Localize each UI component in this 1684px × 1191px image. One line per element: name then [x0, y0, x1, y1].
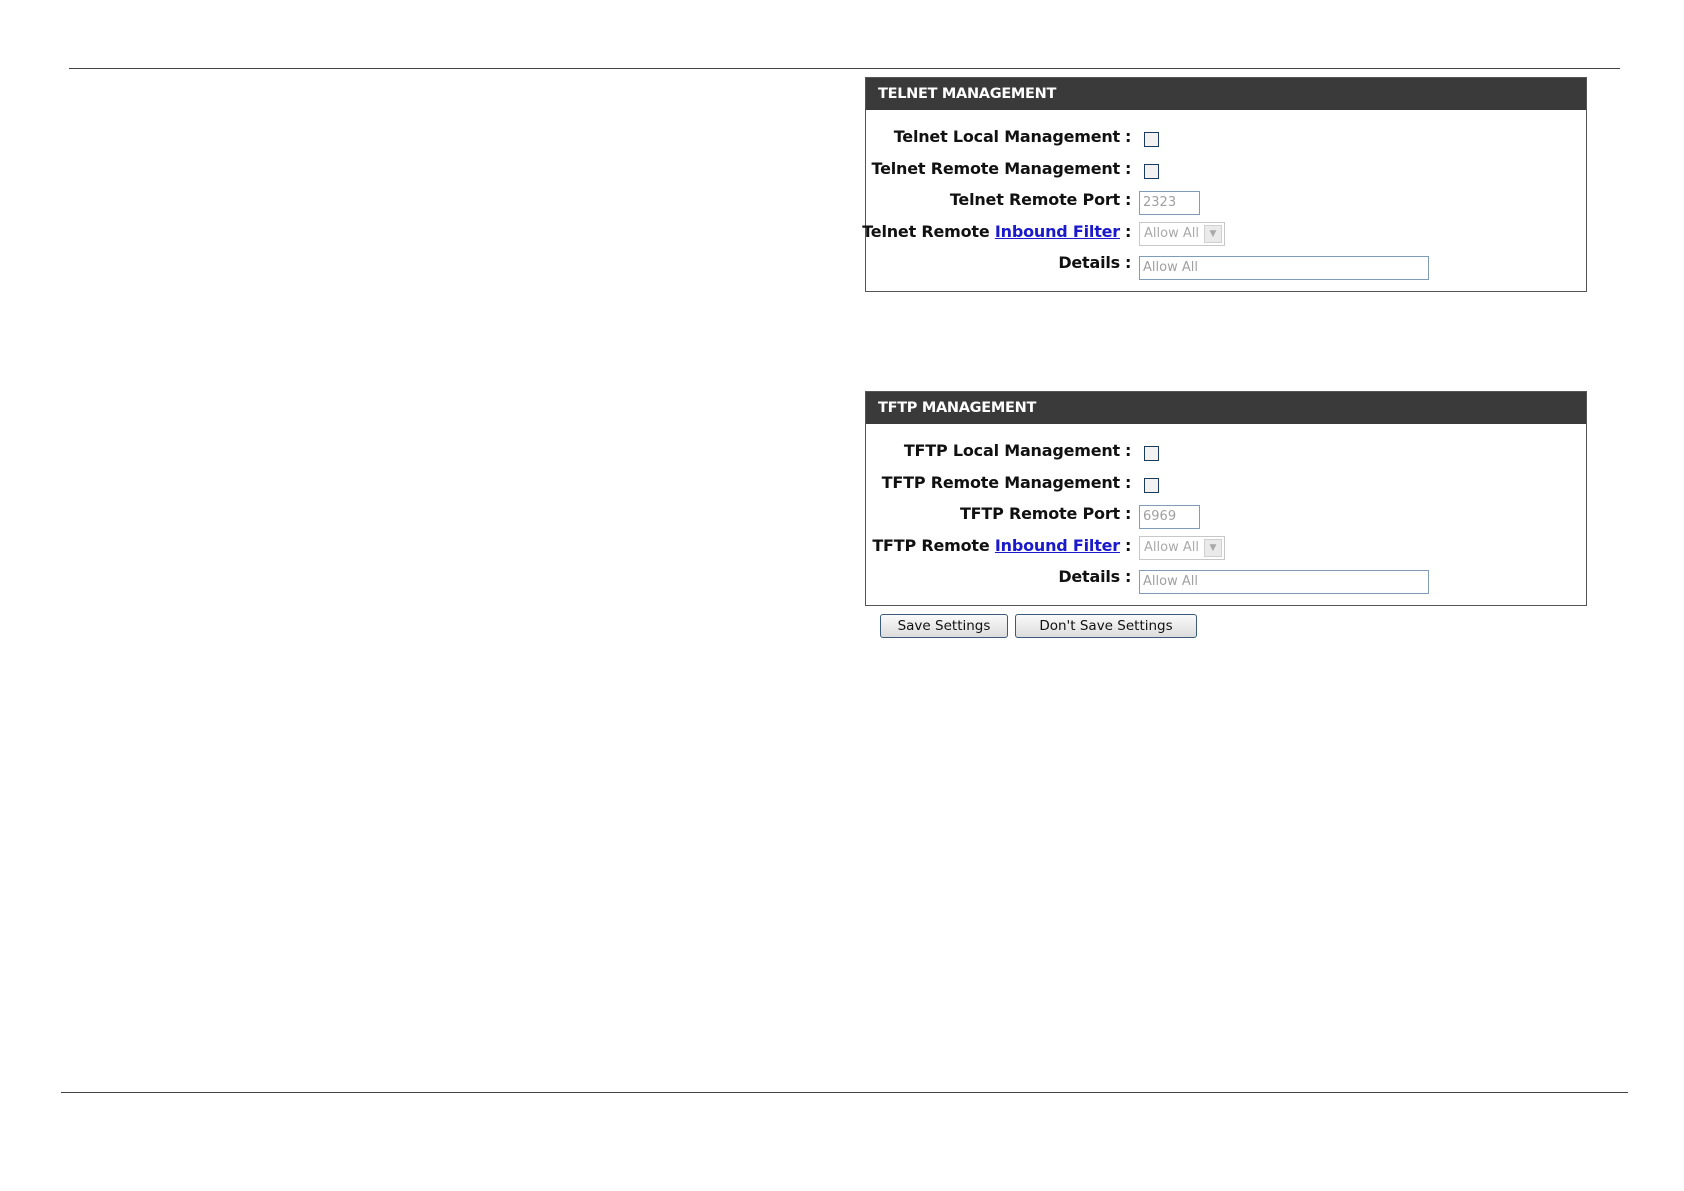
tftp-remote-label: TFTP Remote Management: [881, 473, 1121, 492]
colon: :: [1125, 253, 1132, 272]
colon: :: [1125, 536, 1132, 555]
tftp-port-row: TFTP Remote Port : 6969: [866, 501, 1586, 529]
colon: :: [1125, 504, 1132, 523]
save-settings-button[interactable]: Save Settings: [880, 614, 1008, 638]
telnet-inbound-filter-link[interactable]: Inbound Filter: [995, 222, 1120, 241]
tftp-local-checkbox[interactable]: [1144, 446, 1159, 461]
tftp-filter-label: TFTP Remote Inbound Filter: [872, 533, 1120, 559]
colon: :: [1125, 473, 1132, 492]
telnet-filter-label: Telnet Remote Inbound Filter: [862, 219, 1120, 245]
top-divider: [69, 68, 1620, 69]
chevron-down-icon[interactable]: ▼: [1204, 539, 1222, 557]
telnet-panel-title: TELNET MANAGEMENT: [866, 78, 1586, 110]
tftp-management-panel: TFTP MANAGEMENT TFTP Local Management : …: [865, 391, 1587, 606]
bottom-divider: [61, 1092, 1628, 1093]
tftp-details-label: Details: [1058, 567, 1120, 586]
telnet-remote-row: Telnet Remote Management :: [866, 156, 1586, 184]
colon: :: [1125, 441, 1132, 460]
telnet-port-label: Telnet Remote Port: [949, 190, 1120, 209]
tftp-inbound-filter-link[interactable]: Inbound Filter: [995, 536, 1120, 555]
tftp-remote-row: TFTP Remote Management :: [866, 470, 1586, 498]
tftp-panel-title: TFTP MANAGEMENT: [866, 392, 1586, 424]
tftp-filter-select[interactable]: Allow All ▼: [1139, 536, 1225, 560]
colon: :: [1125, 567, 1132, 586]
dont-save-settings-button[interactable]: Don't Save Settings: [1015, 614, 1197, 638]
telnet-local-row: Telnet Local Management :: [866, 124, 1586, 152]
telnet-filter-row: Telnet Remote Inbound Filter : Allow All…: [862, 219, 1586, 247]
chevron-down-icon[interactable]: ▼: [1204, 225, 1222, 243]
colon: :: [1125, 159, 1132, 178]
tftp-port-input[interactable]: 6969: [1139, 505, 1200, 529]
telnet-remote-checkbox[interactable]: [1144, 164, 1159, 179]
telnet-management-panel: TELNET MANAGEMENT Telnet Local Managemen…: [862, 77, 1587, 292]
telnet-details-label: Details: [1058, 253, 1120, 272]
telnet-port-row: Telnet Remote Port : 2323: [866, 187, 1586, 215]
tftp-local-row: TFTP Local Management :: [866, 438, 1586, 466]
tftp-local-label: TFTP Local Management: [903, 441, 1120, 460]
telnet-port-input[interactable]: 2323: [1139, 191, 1200, 215]
telnet-details-row: Details : Allow All: [866, 250, 1586, 280]
telnet-local-checkbox[interactable]: [1144, 132, 1159, 147]
telnet-remote-label: Telnet Remote Management: [871, 159, 1121, 178]
tftp-filter-row: TFTP Remote Inbound Filter : Allow All ▼: [866, 533, 1586, 561]
telnet-details-field[interactable]: Allow All: [1139, 256, 1429, 280]
colon: :: [1125, 222, 1132, 241]
telnet-filter-select[interactable]: Allow All ▼: [1139, 222, 1225, 246]
colon: :: [1125, 190, 1132, 209]
tftp-filter-prefix: TFTP Remote: [872, 536, 990, 555]
colon: :: [1125, 127, 1132, 146]
tftp-filter-selected: Allow All: [1144, 540, 1199, 555]
tftp-remote-checkbox[interactable]: [1144, 478, 1159, 493]
tftp-port-label: TFTP Remote Port: [959, 504, 1120, 523]
tftp-details-field[interactable]: Allow All: [1139, 570, 1429, 594]
telnet-filter-selected: Allow All: [1144, 226, 1199, 241]
telnet-local-label: Telnet Local Management: [893, 127, 1120, 146]
tftp-details-row: Details : Allow All: [866, 564, 1586, 594]
telnet-filter-prefix: Telnet Remote: [862, 222, 990, 241]
